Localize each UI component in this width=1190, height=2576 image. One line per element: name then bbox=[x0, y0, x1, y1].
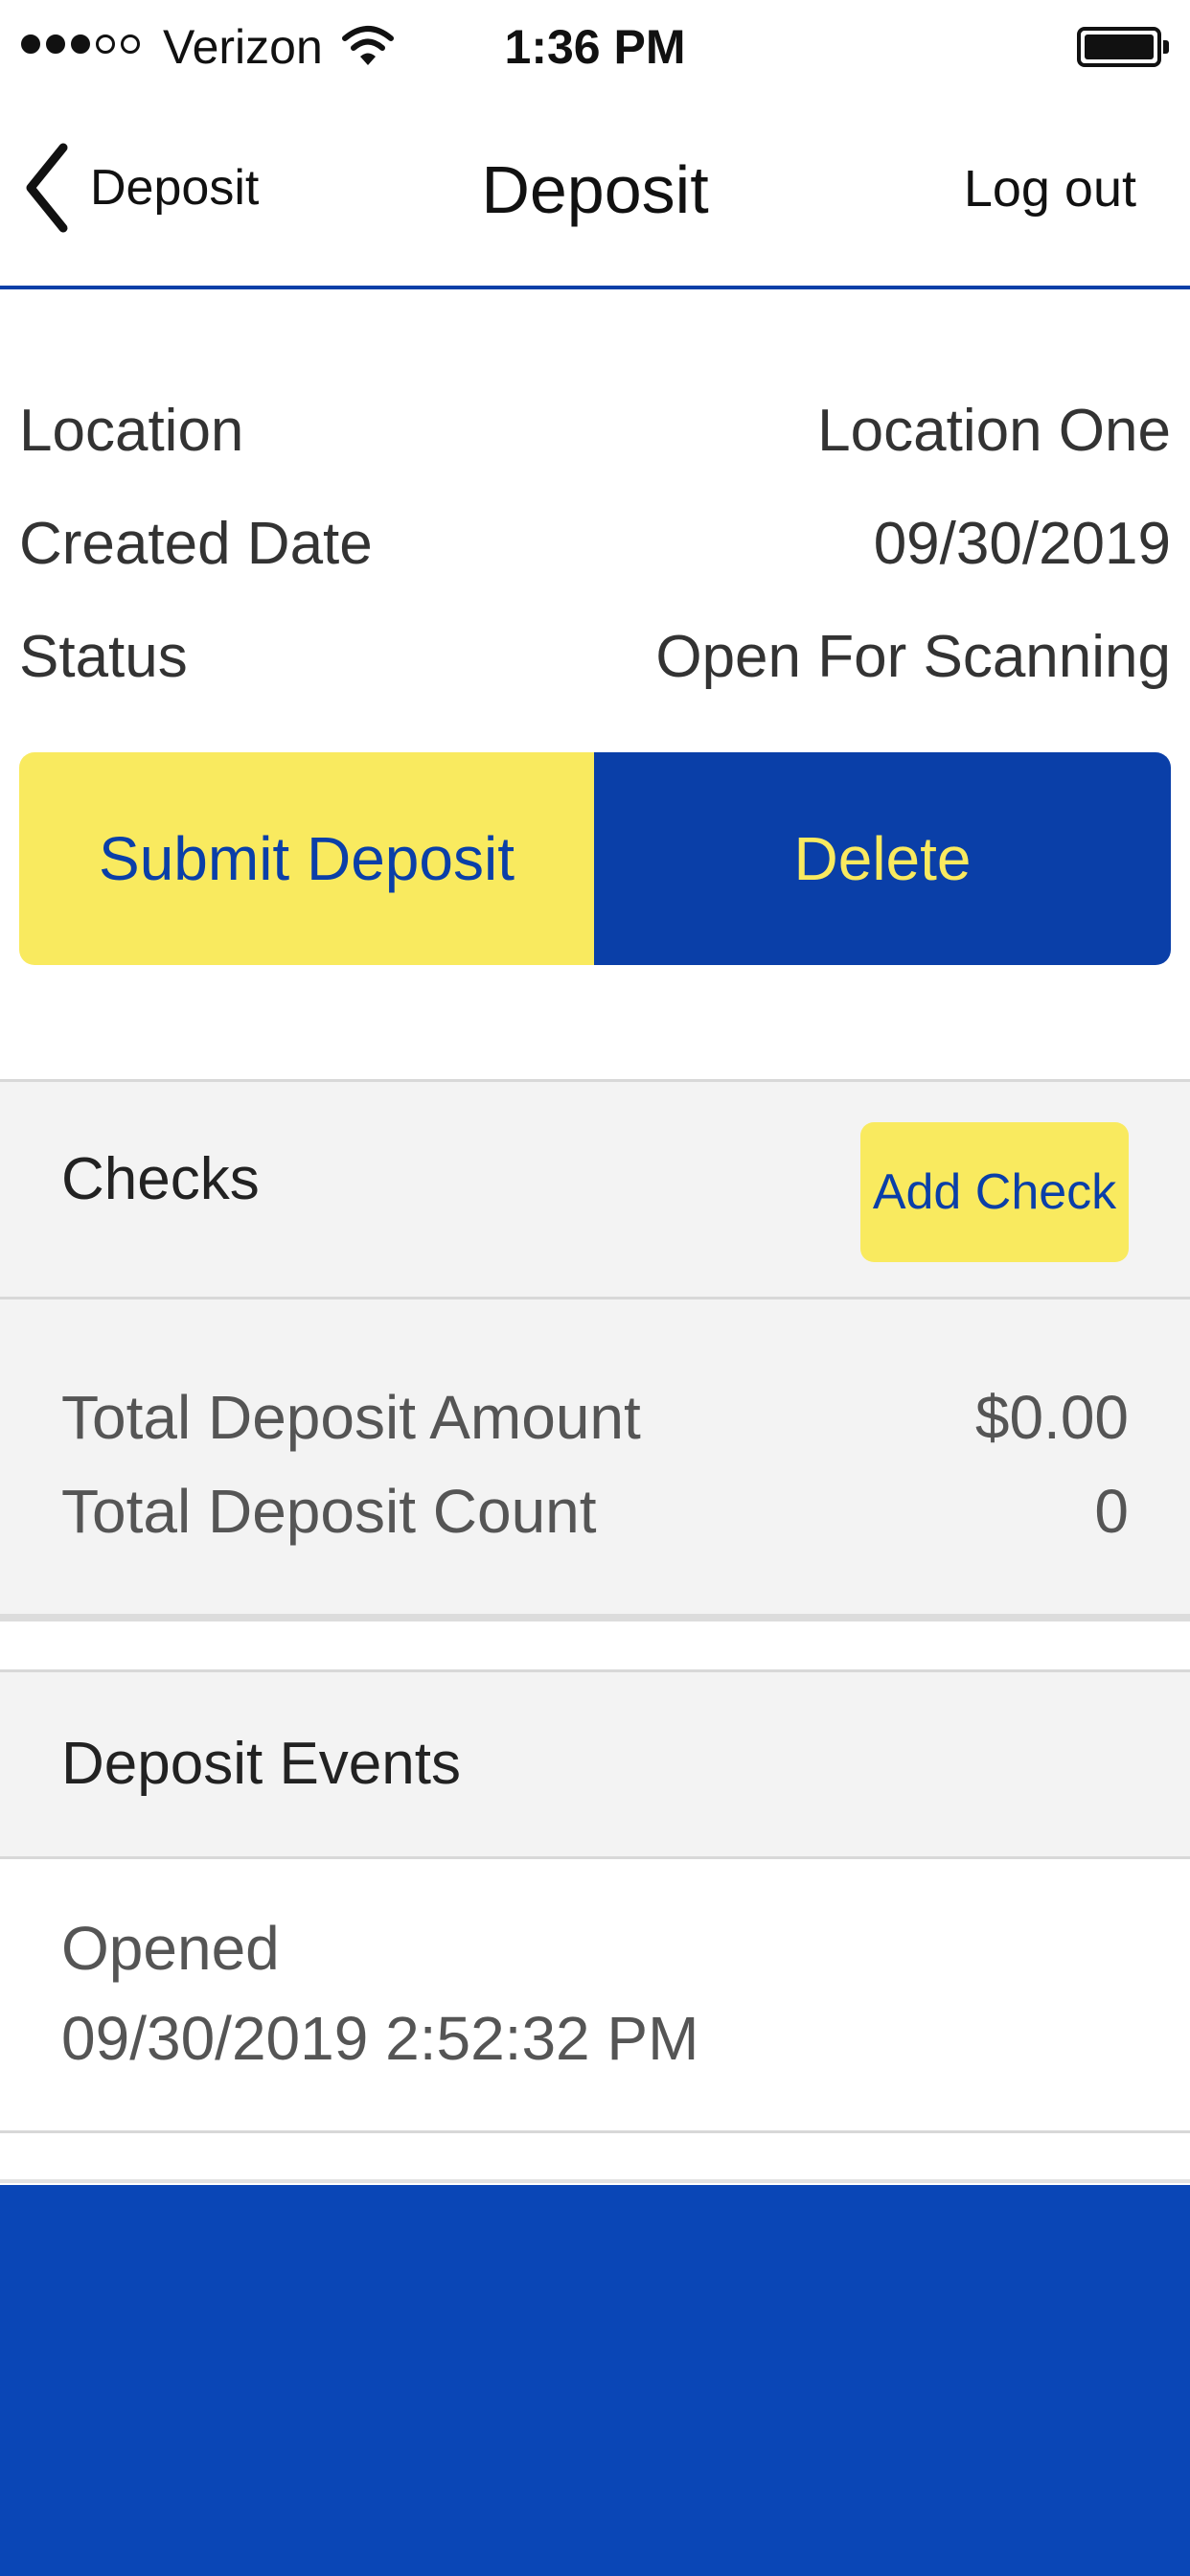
status-time: 1:36 PM bbox=[504, 20, 686, 74]
info-row-location: Location Location One bbox=[19, 374, 1171, 487]
logout-button[interactable]: Log out bbox=[964, 159, 1136, 218]
battery-icon bbox=[1077, 27, 1169, 67]
total-count-value: 0 bbox=[1094, 1477, 1129, 1546]
info-row-status: Status Open For Scanning bbox=[19, 600, 1171, 713]
deposit-events-title: Deposit Events bbox=[61, 1731, 461, 1797]
event-name: Opened bbox=[61, 1914, 280, 1983]
navigation-bar: Deposit Deposit Log out bbox=[0, 92, 1190, 289]
info-label: Location bbox=[19, 397, 244, 464]
deposit-actions: Submit Deposit Delete bbox=[19, 752, 1171, 965]
info-label: Status bbox=[19, 623, 188, 690]
deposit-info: Location Location One Created Date 09/30… bbox=[19, 374, 1171, 713]
info-value: Location One bbox=[817, 397, 1171, 464]
submit-deposit-button[interactable]: Submit Deposit bbox=[19, 752, 594, 965]
list-item: Opened 09/30/2019 2:52:32 PM bbox=[0, 1859, 1190, 2133]
event-timestamp: 09/30/2019 2:52:32 PM bbox=[61, 2004, 699, 2073]
info-label: Created Date bbox=[19, 510, 373, 577]
info-value: 09/30/2019 bbox=[873, 510, 1171, 577]
delete-button[interactable]: Delete bbox=[594, 752, 1171, 965]
checks-section-header: Checks Add Check bbox=[0, 1079, 1190, 1300]
checks-title: Checks bbox=[61, 1146, 260, 1212]
status-bar: Verizon 1:36 PM bbox=[0, 0, 1190, 92]
add-check-button[interactable]: Add Check bbox=[860, 1122, 1129, 1262]
info-value: Open For Scanning bbox=[655, 623, 1171, 690]
total-count-label: Total Deposit Count bbox=[61, 1477, 597, 1546]
total-amount-value: $0.00 bbox=[974, 1383, 1129, 1452]
total-count-row: Total Deposit Count 0 bbox=[61, 1464, 1129, 1558]
footer-bar bbox=[0, 2185, 1190, 2576]
info-row-created-date: Created Date 09/30/2019 bbox=[19, 487, 1171, 600]
divider bbox=[0, 2179, 1190, 2183]
total-amount-row: Total Deposit Amount $0.00 bbox=[61, 1370, 1129, 1464]
deposit-totals: Total Deposit Amount $0.00 Total Deposit… bbox=[0, 1300, 1190, 1622]
deposit-events-header: Deposit Events bbox=[0, 1669, 1190, 1859]
total-amount-label: Total Deposit Amount bbox=[61, 1383, 641, 1452]
